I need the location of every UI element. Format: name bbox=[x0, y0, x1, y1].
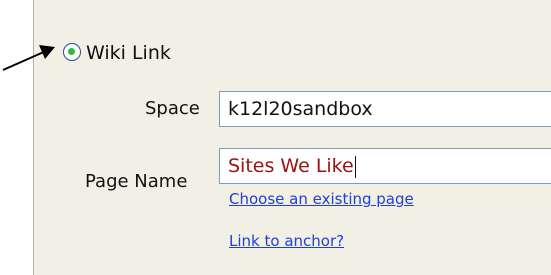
text-caret bbox=[354, 155, 356, 178]
page-name-input[interactable]: Sites We Like bbox=[219, 148, 551, 184]
space-input-value: k12l20sandbox bbox=[228, 98, 373, 120]
radio-selected-indicator bbox=[68, 48, 75, 55]
space-input[interactable]: k12l20sandbox bbox=[219, 91, 551, 127]
link-dialog-screenshot: Wiki Link Space k12l20sandbox Page Name … bbox=[0, 0, 551, 275]
link-to-anchor-link[interactable]: Link to anchor? bbox=[229, 232, 344, 250]
page-name-input-value: Sites We Like bbox=[228, 155, 354, 177]
page-name-label: Page Name bbox=[85, 171, 188, 192]
wiki-link-label: Wiki Link bbox=[86, 42, 171, 64]
space-label: Space bbox=[145, 98, 200, 119]
wiki-link-radio[interactable] bbox=[63, 43, 81, 61]
choose-existing-page-link[interactable]: Choose an existing page bbox=[229, 190, 414, 208]
